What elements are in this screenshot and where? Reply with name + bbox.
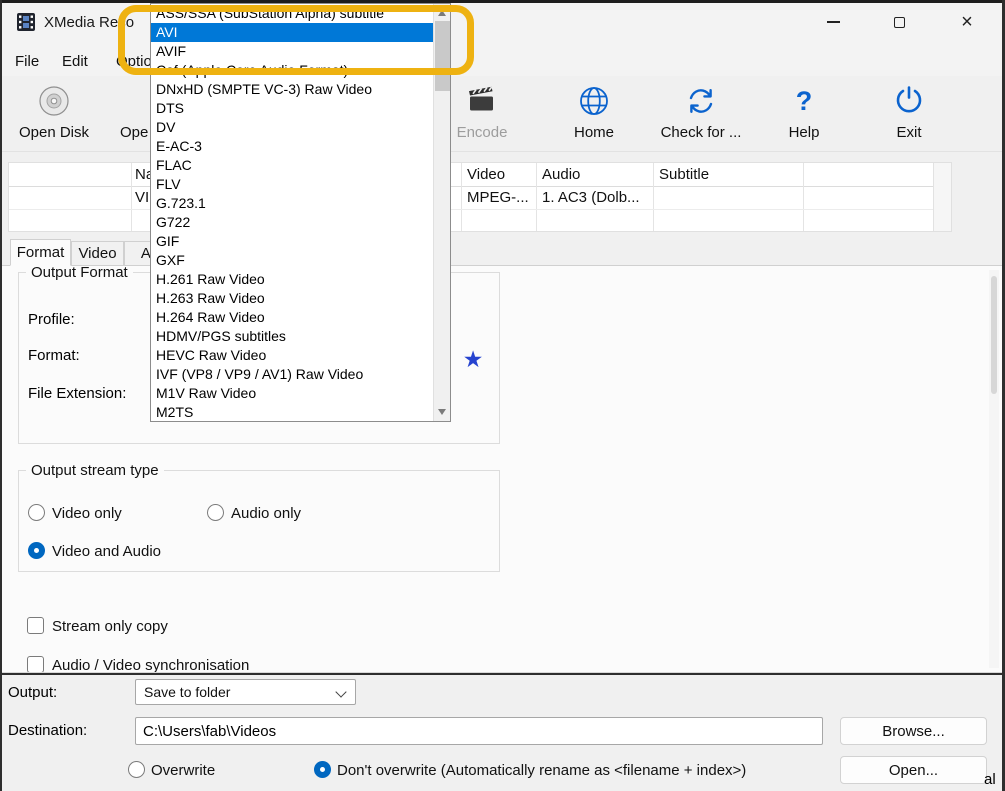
tab-video[interactable]: Video (71, 241, 124, 266)
format-option[interactable]: G722 (151, 213, 433, 232)
format-option[interactable]: ASS/SSA (SubStation Alpha) subtitle (151, 4, 433, 23)
column-video[interactable]: Video (467, 166, 537, 183)
format-option[interactable]: FLAC (151, 156, 433, 175)
help-label: Help (764, 124, 844, 141)
menu-file[interactable]: File (11, 51, 43, 72)
destination-input[interactable] (135, 717, 823, 745)
format-option[interactable]: DTS (151, 99, 433, 118)
check-updates-button[interactable]: Check for ... (645, 82, 757, 146)
open-disk-button[interactable]: Open Disk (9, 82, 99, 146)
format-option[interactable]: HDMV/PGS subtitles (151, 327, 433, 346)
radio-audio-only-label: Audio only (231, 505, 301, 522)
format-option[interactable]: AVIF (151, 42, 433, 61)
radio-overwrite[interactable] (128, 761, 145, 778)
format-option[interactable]: GIF (151, 232, 433, 251)
question-icon: ? (764, 84, 844, 120)
cell-video: MPEG-... (467, 189, 533, 206)
dropdown-scrollbar-thumb[interactable] (435, 21, 450, 91)
maximize-icon (894, 17, 905, 28)
file-extension-label: File Extension: (28, 385, 126, 402)
format-option[interactable]: DV (151, 118, 433, 137)
scroll-up-icon[interactable] (438, 10, 446, 16)
checkbox-av-sync[interactable] (27, 656, 44, 672)
check-updates-label: Check for ... (645, 124, 757, 141)
format-option[interactable]: H.261 Raw Video (151, 270, 433, 289)
open-disk-label: Open Disk (9, 124, 99, 141)
format-option[interactable]: FLV (151, 175, 433, 194)
favorite-star-icon[interactable]: ★ (459, 345, 487, 373)
format-option[interactable]: HEVC Raw Video (151, 346, 433, 365)
disc-icon (9, 84, 99, 120)
format-option[interactable]: E-AC-3 (151, 137, 433, 156)
format-option[interactable]: G.723.1 (151, 194, 433, 213)
radio-audio-only[interactable] (207, 504, 224, 521)
exit-label: Exit (869, 124, 949, 141)
tab-format[interactable]: Format (10, 239, 71, 266)
radio-overwrite-label: Overwrite (151, 762, 215, 779)
output-label: Output: (8, 684, 57, 701)
exit-button[interactable]: Exit (869, 82, 949, 146)
stream-only-copy-label: Stream only copy (52, 618, 168, 635)
refresh-icon (645, 84, 757, 120)
chevron-down-icon (335, 686, 346, 697)
window-border-top (0, 0, 1005, 3)
format-option[interactable]: IVF (VP8 / VP9 / AV1) Raw Video (151, 365, 433, 384)
checkbox-stream-only-copy[interactable] (27, 617, 44, 634)
destination-label: Destination: (8, 722, 87, 739)
format-option[interactable]: H.263 Raw Video (151, 289, 433, 308)
format-option[interactable]: M1V Raw Video (151, 384, 433, 403)
minimize-icon (827, 21, 840, 23)
minimize-button[interactable] (810, 0, 856, 44)
av-sync-label: Audio / Video synchronisation (52, 657, 249, 672)
content-scrollbar-thumb[interactable] (991, 276, 997, 394)
window-border-bottom (0, 672, 1005, 675)
format-dropdown: ASS/SSA (SubStation Alpha) subtitleAVIAV… (150, 3, 451, 422)
radio-video-only-label: Video only (52, 505, 122, 522)
column-audio[interactable]: Audio (542, 166, 652, 183)
cell-audio: 1. AC3 (Dolb... (542, 189, 650, 206)
profile-label: Profile: (28, 311, 75, 328)
output-mode-select[interactable]: Save to folder (135, 679, 356, 705)
home-button[interactable]: Home (554, 82, 634, 146)
maximize-button[interactable] (876, 0, 922, 44)
window-title: XMedia Reco (44, 14, 134, 31)
dropdown-scrollbar[interactable] (433, 4, 450, 421)
radio-dont-overwrite-label: Don't overwrite (Automatically rename as… (337, 762, 746, 779)
scroll-down-icon[interactable] (438, 409, 446, 415)
format-option[interactable]: DNxHD (SMPTE VC-3) Raw Video (151, 80, 433, 99)
home-label: Home (554, 124, 634, 141)
radio-video-only[interactable] (28, 504, 45, 521)
output-format-group-title: Output Format (26, 266, 133, 281)
power-icon (869, 84, 949, 120)
globe-icon (554, 84, 634, 120)
radio-dont-overwrite[interactable] (314, 761, 331, 778)
format-option[interactable]: Caf (Apple Core Audio Format) (151, 61, 433, 80)
column-subtitle[interactable]: Subtitle (659, 166, 799, 183)
content-scrollbar[interactable] (989, 270, 999, 668)
corner-cut-text: al (984, 771, 996, 788)
format-label: Format: (28, 347, 80, 364)
table-scrollbar[interactable] (933, 163, 951, 231)
format-option-selected[interactable]: AVI (151, 23, 433, 42)
menu-edit[interactable]: Edit (58, 51, 92, 72)
window-border-left (0, 0, 2, 791)
close-icon: × (961, 12, 973, 32)
output-stream-type-title: Output stream type (26, 462, 164, 479)
help-button[interactable]: ? Help (764, 82, 844, 146)
app-icon (15, 11, 37, 38)
xmedia-recode-window: XMedia Reco × File Edit Optio Open Disk (0, 0, 1005, 791)
format-option[interactable]: M2TS (151, 403, 433, 421)
format-option[interactable]: GXF (151, 251, 433, 270)
output-panel: Output: Save to folder Destination: Brow… (0, 672, 1005, 791)
browse-button[interactable]: Browse... (840, 717, 987, 745)
open-output-button[interactable]: Open... (840, 756, 987, 784)
format-dropdown-list: ASS/SSA (SubStation Alpha) subtitleAVIAV… (151, 4, 433, 421)
format-option[interactable]: H.264 Raw Video (151, 308, 433, 327)
radio-video-and-audio[interactable] (28, 542, 45, 559)
output-mode-value: Save to folder (144, 684, 230, 700)
close-button[interactable]: × (944, 0, 990, 44)
radio-video-and-audio-label: Video and Audio (52, 543, 161, 560)
